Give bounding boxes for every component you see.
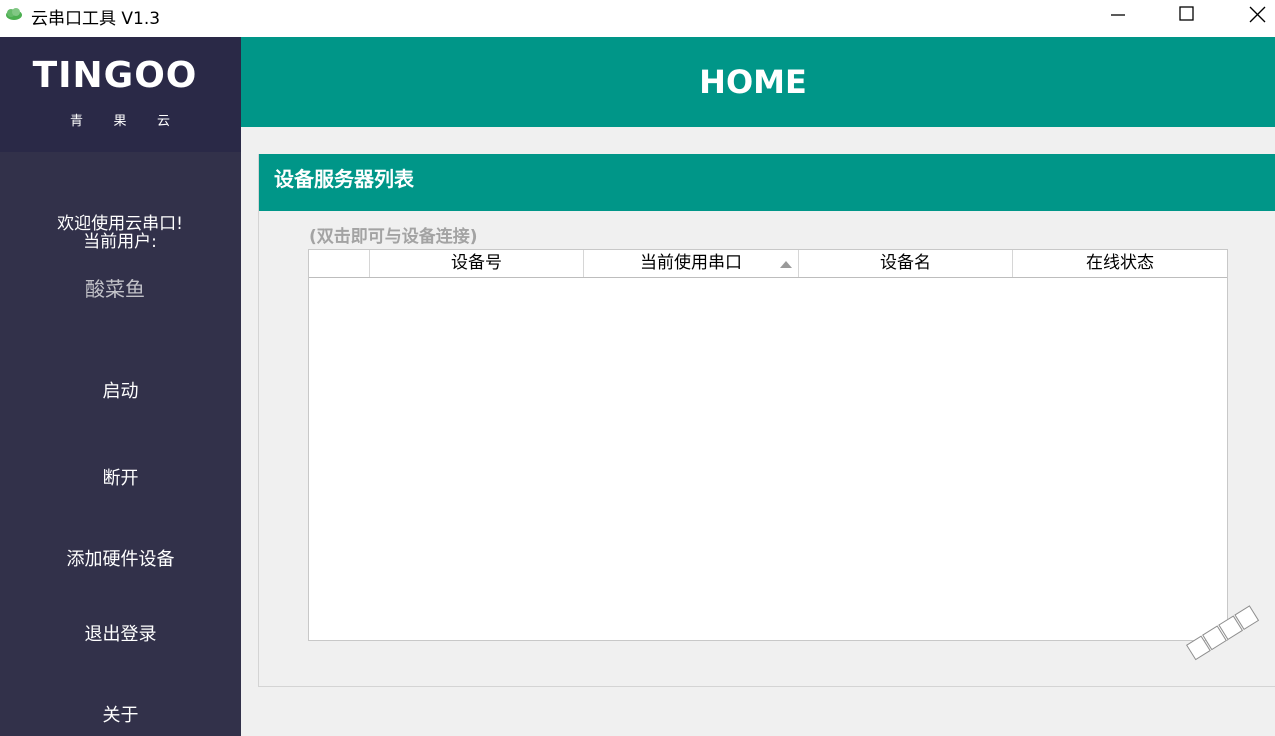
- column-header-index[interactable]: [309, 250, 370, 277]
- device-table[interactable]: 设备号 当前使用串口 设备名 在线状态: [308, 249, 1228, 641]
- logo-block: TINGOO 青 果 云: [0, 37, 241, 152]
- title-bar: 云串口工具 V1.3: [0, 0, 1275, 37]
- window-title: 云串口工具 V1.3: [31, 9, 161, 29]
- logo-subtitle: 青 果 云: [70, 110, 170, 129]
- nav-disconnect-button[interactable]: 断开: [0, 464, 241, 490]
- maximize-icon: [1179, 6, 1194, 21]
- device-server-panel: 设备服务器列表 (双击即可与设备连接) 设备号 当前使用串口 设备名 在线状态: [258, 154, 1275, 687]
- logo-sub-char: 果: [113, 114, 127, 129]
- logo: TINGOO: [32, 55, 198, 96]
- logo-sub-char: 云: [156, 114, 170, 129]
- close-icon: [1249, 6, 1266, 23]
- welcome-line: 欢迎使用云串口!: [57, 214, 183, 234]
- column-header-online-status[interactable]: 在线状态: [1013, 250, 1227, 277]
- panel-header: 设备服务器列表: [259, 154, 1275, 211]
- column-header-current-port[interactable]: 当前使用串口: [584, 250, 799, 277]
- username: 酸菜鱼: [85, 277, 145, 301]
- minimize-button[interactable]: [1095, 0, 1155, 30]
- column-header-device-id[interactable]: 设备号: [370, 250, 584, 277]
- column-header-device-name[interactable]: 设备名: [799, 250, 1013, 277]
- logo-sub-char: 青: [70, 114, 84, 129]
- column-header-label: 当前使用串口: [640, 253, 742, 273]
- cloud-icon: [6, 8, 22, 20]
- welcome-message: 欢迎使用云串口! 当前用户:: [30, 215, 210, 251]
- page-title: HOME: [699, 63, 807, 101]
- sidebar: TINGOO 青 果 云 欢迎使用云串口! 当前用户: 酸菜鱼 启动 断开 添加…: [0, 37, 241, 736]
- sort-ascending-icon: [780, 261, 792, 268]
- maximize-button[interactable]: [1156, 0, 1216, 30]
- minimize-icon: [1111, 14, 1125, 16]
- nav-start-button[interactable]: 启动: [0, 377, 241, 403]
- header-banner: HOME: [241, 37, 1275, 127]
- table-header: 设备号 当前使用串口 设备名 在线状态: [309, 250, 1227, 278]
- panel-title: 设备服务器列表: [274, 167, 414, 191]
- nav-logout-button[interactable]: 退出登录: [0, 620, 241, 646]
- hint-text: (双击即可与设备连接): [309, 227, 478, 247]
- close-button[interactable]: [1216, 0, 1275, 30]
- current-user-label: 当前用户:: [83, 232, 157, 252]
- nav-about-button[interactable]: 关于: [0, 701, 241, 727]
- nav-add-device-button[interactable]: 添加硬件设备: [0, 545, 241, 571]
- main-content: HOME 设备服务器列表 (双击即可与设备连接) 设备号 当前使用串口 设备名 …: [241, 37, 1275, 736]
